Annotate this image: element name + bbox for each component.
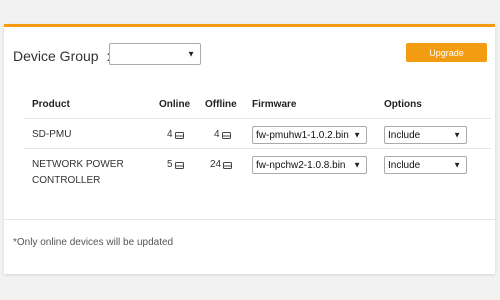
header-options: Options (384, 99, 422, 110)
product-name: SD-PMU (32, 129, 72, 140)
chevron-down-icon: ▼ (353, 160, 361, 170)
device-icon (174, 131, 184, 139)
online-count-value: 5 (167, 159, 173, 170)
header-divider (24, 118, 491, 119)
offline-count-value: 4 (214, 129, 220, 140)
chevron-down-icon: ▼ (453, 130, 461, 140)
row-divider (24, 148, 491, 149)
upgrade-button[interactable]: Upgrade (406, 43, 487, 62)
header-product: Product (32, 99, 70, 110)
firmware-select[interactable]: fw-npchw2-1.0.8.bin ▼ (252, 156, 367, 174)
firmware-select[interactable]: fw-pmuhw1-1.0.2.bin ▼ (252, 126, 367, 144)
product-name: NETWORK POWER CONTROLLER (32, 159, 124, 186)
chevron-down-icon: ▼ (187, 49, 195, 59)
header-online: Online (159, 99, 191, 110)
header-firmware: Firmware (252, 99, 297, 110)
device-icon (223, 161, 233, 169)
header-offline: Offline (205, 99, 237, 110)
online-count: 4 (167, 127, 184, 143)
offline-count: 24 (210, 157, 233, 173)
option-select[interactable]: Include ▼ (384, 156, 467, 174)
online-count: 5 (167, 157, 184, 173)
footer-divider (4, 219, 495, 220)
firmware-value: fw-npchw2-1.0.8.bin (256, 159, 346, 171)
chevron-down-icon: ▼ (453, 160, 461, 170)
device-group-select[interactable]: ▼ (109, 43, 201, 65)
upgrade-panel: Device Group : ▼ Upgrade Product Online … (4, 24, 495, 274)
option-select[interactable]: Include ▼ (384, 126, 467, 144)
chevron-down-icon: ▼ (353, 130, 361, 140)
option-value: Include (388, 159, 421, 171)
firmware-value: fw-pmuhw1-1.0.2.bin (256, 129, 349, 141)
device-icon (174, 161, 184, 169)
offline-count: 4 (214, 127, 231, 143)
option-value: Include (388, 129, 421, 141)
device-group-label: Device Group : (13, 48, 111, 64)
device-icon (221, 131, 231, 139)
offline-count-value: 24 (210, 159, 222, 170)
online-count-value: 4 (167, 129, 173, 140)
update-note: *Only online devices will be updated (13, 237, 174, 248)
